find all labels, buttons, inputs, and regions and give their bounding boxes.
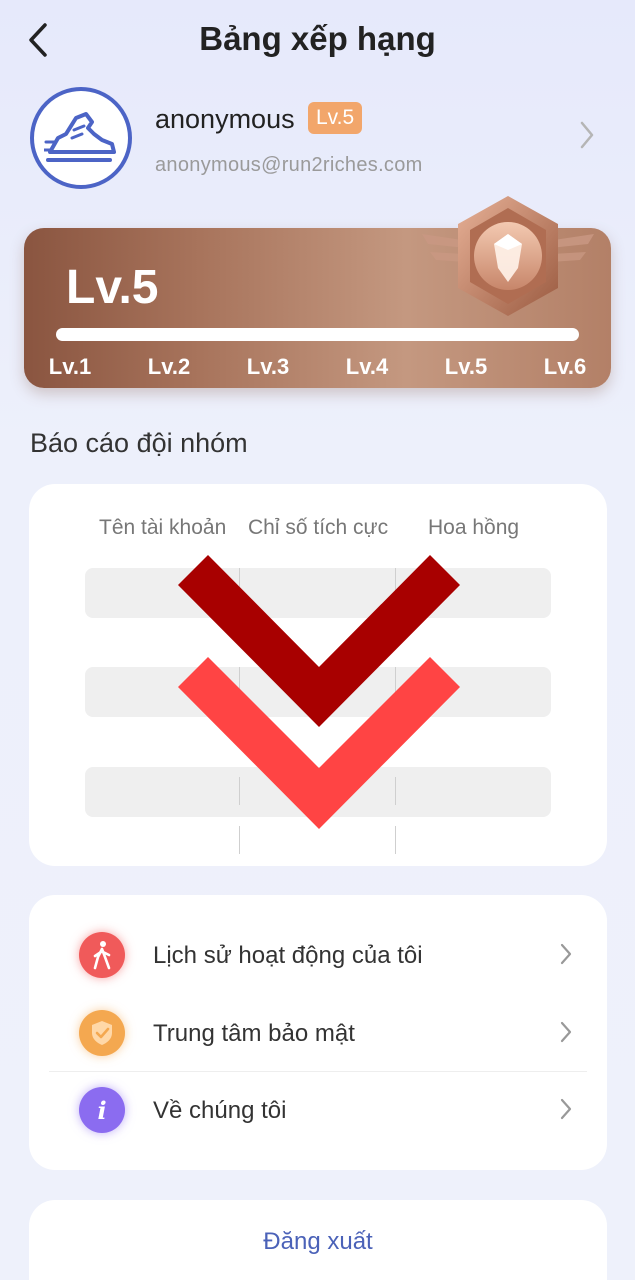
bronze-medal-icon — [422, 196, 594, 316]
top-bar: Bảng xếp hạng — [0, 0, 635, 82]
level-tick: Lv.1 — [48, 354, 92, 379]
level-tick: Lv.2 — [147, 354, 191, 379]
column-header-activity: Chỉ số tích cực — [248, 516, 389, 539]
info-icon: i — [79, 1087, 125, 1133]
skeleton-row — [85, 667, 551, 717]
current-level: Lv.5 — [66, 261, 159, 314]
chevron-right-icon — [560, 1098, 572, 1120]
column-divider — [395, 568, 396, 618]
menu-item-label: Về chúng tôi — [153, 1097, 287, 1124]
level-tick: Lv.3 — [246, 354, 290, 379]
column-divider — [239, 667, 240, 717]
logout-button[interactable]: Đăng xuất — [29, 1228, 607, 1256]
skeleton-row — [85, 568, 551, 618]
chevron-right-icon — [560, 943, 572, 965]
menu-item-label: Trung tâm bảo mật — [153, 1020, 355, 1047]
column-divider — [395, 777, 396, 805]
team-report-card: Tên tài khoản Chỉ số tích cực Hoa hồng — [29, 484, 607, 866]
menu-divider — [49, 1071, 587, 1072]
chevron-right-icon — [580, 121, 594, 149]
team-report-title: Báo cáo đội nhóm — [30, 428, 248, 458]
column-divider — [239, 777, 240, 805]
chevron-right-icon — [560, 1021, 572, 1043]
menu-item-about-us[interactable]: i Về chúng tôi — [49, 1075, 587, 1145]
level-tick: Lv.6 — [543, 354, 587, 379]
menu-item-security-center[interactable]: Trung tâm bảo mật — [49, 998, 587, 1068]
menu-item-activity-history[interactable]: Lịch sử hoạt động của tôi — [49, 920, 587, 990]
column-header-account: Tên tài khoản — [99, 516, 227, 539]
running-shoe-icon — [44, 112, 116, 162]
column-divider — [395, 826, 396, 854]
walking-person-icon — [79, 932, 125, 978]
user-email: anonymous@run2riches.com — [155, 154, 423, 176]
column-header-commission: Hoa hồng — [428, 516, 520, 539]
column-divider — [395, 667, 396, 717]
column-divider — [239, 826, 240, 854]
menu-item-label: Lịch sử hoạt động của tôi — [153, 942, 423, 969]
profile-row[interactable]: anonymous Lv.5 anonymous@run2riches.com — [0, 84, 635, 194]
level-tick: Lv.4 — [345, 354, 389, 379]
menu-card: Lịch sử hoạt động của tôi Trung tâm bảo … — [29, 895, 607, 1170]
column-divider — [239, 568, 240, 618]
level-tick: Lv.5 — [444, 354, 488, 379]
username: anonymous — [155, 104, 295, 134]
skeleton-row — [85, 767, 551, 817]
page-title: Bảng xếp hạng — [199, 20, 436, 57]
shield-check-icon — [79, 1010, 125, 1056]
level-badge: Lv.5 — [308, 102, 363, 134]
avatar — [30, 87, 132, 189]
level-scale: Lv.1 Lv.2 Lv.3 Lv.4 Lv.5 Lv.6 — [48, 354, 587, 380]
logout-card: Đăng xuất — [29, 1200, 607, 1280]
